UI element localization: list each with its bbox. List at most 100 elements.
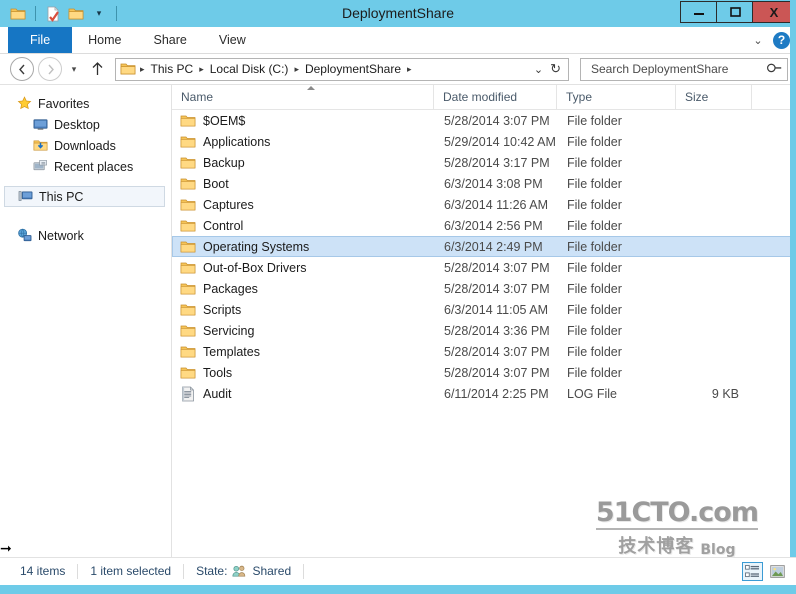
- folder-icon: [180, 260, 196, 276]
- file-type-cell: File folder: [567, 239, 622, 254]
- table-row[interactable]: Packages 5/28/2014 3:07 PM File folder: [172, 278, 796, 299]
- properties-icon[interactable]: [43, 4, 63, 24]
- folder-icon: [180, 281, 196, 297]
- up-button[interactable]: [86, 58, 108, 80]
- file-type-cell: File folder: [567, 365, 622, 380]
- tab-file[interactable]: File: [8, 27, 73, 53]
- file-type-cell: File folder: [567, 218, 622, 233]
- table-row[interactable]: Tools 5/28/2014 3:07 PM File folder: [172, 362, 796, 383]
- table-row[interactable]: Applications 5/29/2014 10:42 AM File folde…: [172, 131, 796, 152]
- file-date-cell: 6/3/2014 2:56 PM: [444, 218, 543, 233]
- explorer-content: Favorites Desktop Downloads Recent place…: [0, 0, 796, 594]
- table-row[interactable]: Scripts 6/3/2014 11:05 AM File folder: [172, 299, 796, 320]
- breadcrumb-item-local-disk[interactable]: Local Disk (C:): [205, 62, 294, 76]
- column-header-type[interactable]: Type: [557, 85, 676, 109]
- new-folder-icon[interactable]: [66, 4, 86, 24]
- table-row[interactable]: Captures 6/3/2014 11:26 AM File folder: [172, 194, 796, 215]
- window-controls: X: [680, 1, 796, 23]
- file-date-cell: 5/28/2014 3:36 PM: [444, 323, 550, 338]
- breadcrumb-dropdown-icon[interactable]: ⌄: [534, 63, 543, 76]
- file-type-cell: File folder: [567, 197, 622, 212]
- sidebar-item-this-pc[interactable]: This PC: [4, 186, 165, 207]
- details-view-button[interactable]: [742, 562, 763, 581]
- forward-button[interactable]: [38, 57, 62, 81]
- tab-home[interactable]: Home: [72, 27, 137, 53]
- file-type-cell: File folder: [567, 113, 622, 128]
- column-header-size[interactable]: Size: [676, 85, 752, 109]
- tab-view[interactable]: View: [203, 27, 262, 53]
- minimize-button[interactable]: [680, 1, 716, 23]
- sidebar-item-downloads[interactable]: Downloads: [0, 135, 171, 156]
- view-mode-buttons: [742, 562, 788, 581]
- sidebar-item-favorites[interactable]: Favorites: [0, 93, 171, 114]
- file-date-cell: 5/28/2014 3:17 PM: [444, 155, 550, 170]
- file-date-cell: 5/28/2014 3:07 PM: [444, 260, 550, 275]
- shared-users-icon: [232, 565, 247, 578]
- refresh-icon[interactable]: ↻: [550, 61, 561, 77]
- sidebar-gap-1: [0, 177, 171, 186]
- file-type-cell: File folder: [567, 281, 622, 296]
- breadcrumb-item-deploymentshare[interactable]: DeploymentShare: [300, 62, 406, 76]
- customize-dropdown-icon[interactable]: ▾: [89, 4, 109, 24]
- search-input[interactable]: [589, 61, 768, 77]
- file-date-cell: 6/11/2014 2:25 PM: [444, 386, 549, 401]
- address-bar: ▾ ▸ This PC ▸ Local Disk (C:) ▸ Deployme…: [0, 54, 796, 84]
- sidebar-item-network[interactable]: Network: [0, 225, 171, 246]
- table-row[interactable]: Out-of-Box Drivers 5/28/2014 3:07 PM File …: [172, 257, 796, 278]
- window-right-edge: [790, 0, 796, 594]
- back-button[interactable]: [10, 57, 34, 81]
- file-date-cell: 6/3/2014 11:05 AM: [444, 302, 549, 317]
- table-row[interactable]: Backup 5/28/2014 3:17 PM File folder: [172, 152, 796, 173]
- column-header-date-modified[interactable]: Date modified: [434, 85, 557, 109]
- table-row[interactable]: Servicing 5/28/2014 3:36 PM File folder: [172, 320, 796, 341]
- file-date-cell: 6/3/2014 11:26 AM: [444, 197, 549, 212]
- folder-icon: [180, 239, 196, 255]
- table-row[interactable]: Operating Systems 6/3/2014 2:49 PM File fo…: [172, 236, 796, 257]
- sidebar-gap-2: [0, 207, 171, 216]
- tab-share[interactable]: Share: [138, 27, 203, 53]
- file-name-text: Packages: [203, 281, 258, 296]
- toolbar-separator-2: [116, 6, 117, 21]
- file-name-text: Control: [203, 218, 244, 233]
- table-row[interactable]: Control 6/3/2014 2:56 PM File folder: [172, 215, 796, 236]
- table-row[interactable]: Boot 6/3/2014 3:08 PM File folder: [172, 173, 796, 194]
- breadcrumb-item-this-pc[interactable]: This PC: [146, 62, 199, 76]
- sidebar-item-desktop[interactable]: Desktop: [0, 114, 171, 135]
- file-name-cell: $OEM$: [173, 113, 435, 129]
- file-name-cell: Boot: [173, 176, 435, 192]
- explorer-window: ▾ DeploymentShare X File Home Share View…: [0, 0, 796, 594]
- file-name-text: $OEM$: [203, 113, 246, 128]
- file-name-cell: Control: [173, 218, 435, 234]
- chevron-down-icon[interactable]: ⌄: [751, 34, 765, 47]
- search-box[interactable]: [580, 57, 788, 81]
- file-date-cell: 5/28/2014 3:07 PM: [444, 365, 550, 380]
- file-name-text: Out-of-Box Drivers: [203, 260, 307, 275]
- large-icons-view-button[interactable]: [767, 562, 788, 581]
- sidebar-label-downloads: Downloads: [54, 138, 116, 153]
- file-type-cell: File folder: [567, 260, 622, 275]
- sidebar-gap-3: [0, 216, 171, 225]
- quick-access-toolbar: ▾: [0, 0, 121, 27]
- breadcrumb-bar[interactable]: ▸ This PC ▸ Local Disk (C:) ▸ Deployment…: [115, 57, 569, 81]
- resize-cursor-icon: ➞: [0, 540, 12, 556]
- column-header-name[interactable]: Name: [172, 85, 434, 109]
- table-row[interactable]: $OEM$ 5/28/2014 3:07 PM File folder: [172, 110, 796, 131]
- table-row[interactable]: Templates 5/28/2014 3:07 PM File folder: [172, 341, 796, 362]
- status-item-count: 14 items: [20, 564, 79, 579]
- table-row[interactable]: Audit 6/11/2014 2:25 PM LOG File 9 KB: [172, 383, 796, 404]
- title-bar: ▾ DeploymentShare X: [0, 0, 796, 27]
- folder-icon[interactable]: [8, 4, 28, 24]
- file-name-text: Templates: [203, 344, 260, 359]
- recent-locations-icon[interactable]: ▾: [66, 58, 82, 80]
- help-icon[interactable]: ?: [773, 31, 790, 49]
- folder-icon: [180, 218, 196, 234]
- folder-icon: [180, 197, 196, 213]
- file-name-cell: Packages: [173, 281, 435, 297]
- maximize-button[interactable]: [716, 1, 752, 23]
- sidebar-item-recent-places[interactable]: Recent places: [0, 156, 171, 177]
- file-date-cell: 6/3/2014 3:08 PM: [444, 176, 543, 191]
- folder-icon: [180, 344, 196, 360]
- breadcrumb-separator-3[interactable]: ▸: [406, 64, 413, 75]
- file-type-cell: File folder: [567, 176, 622, 191]
- status-selection: 1 item selected: [78, 564, 185, 579]
